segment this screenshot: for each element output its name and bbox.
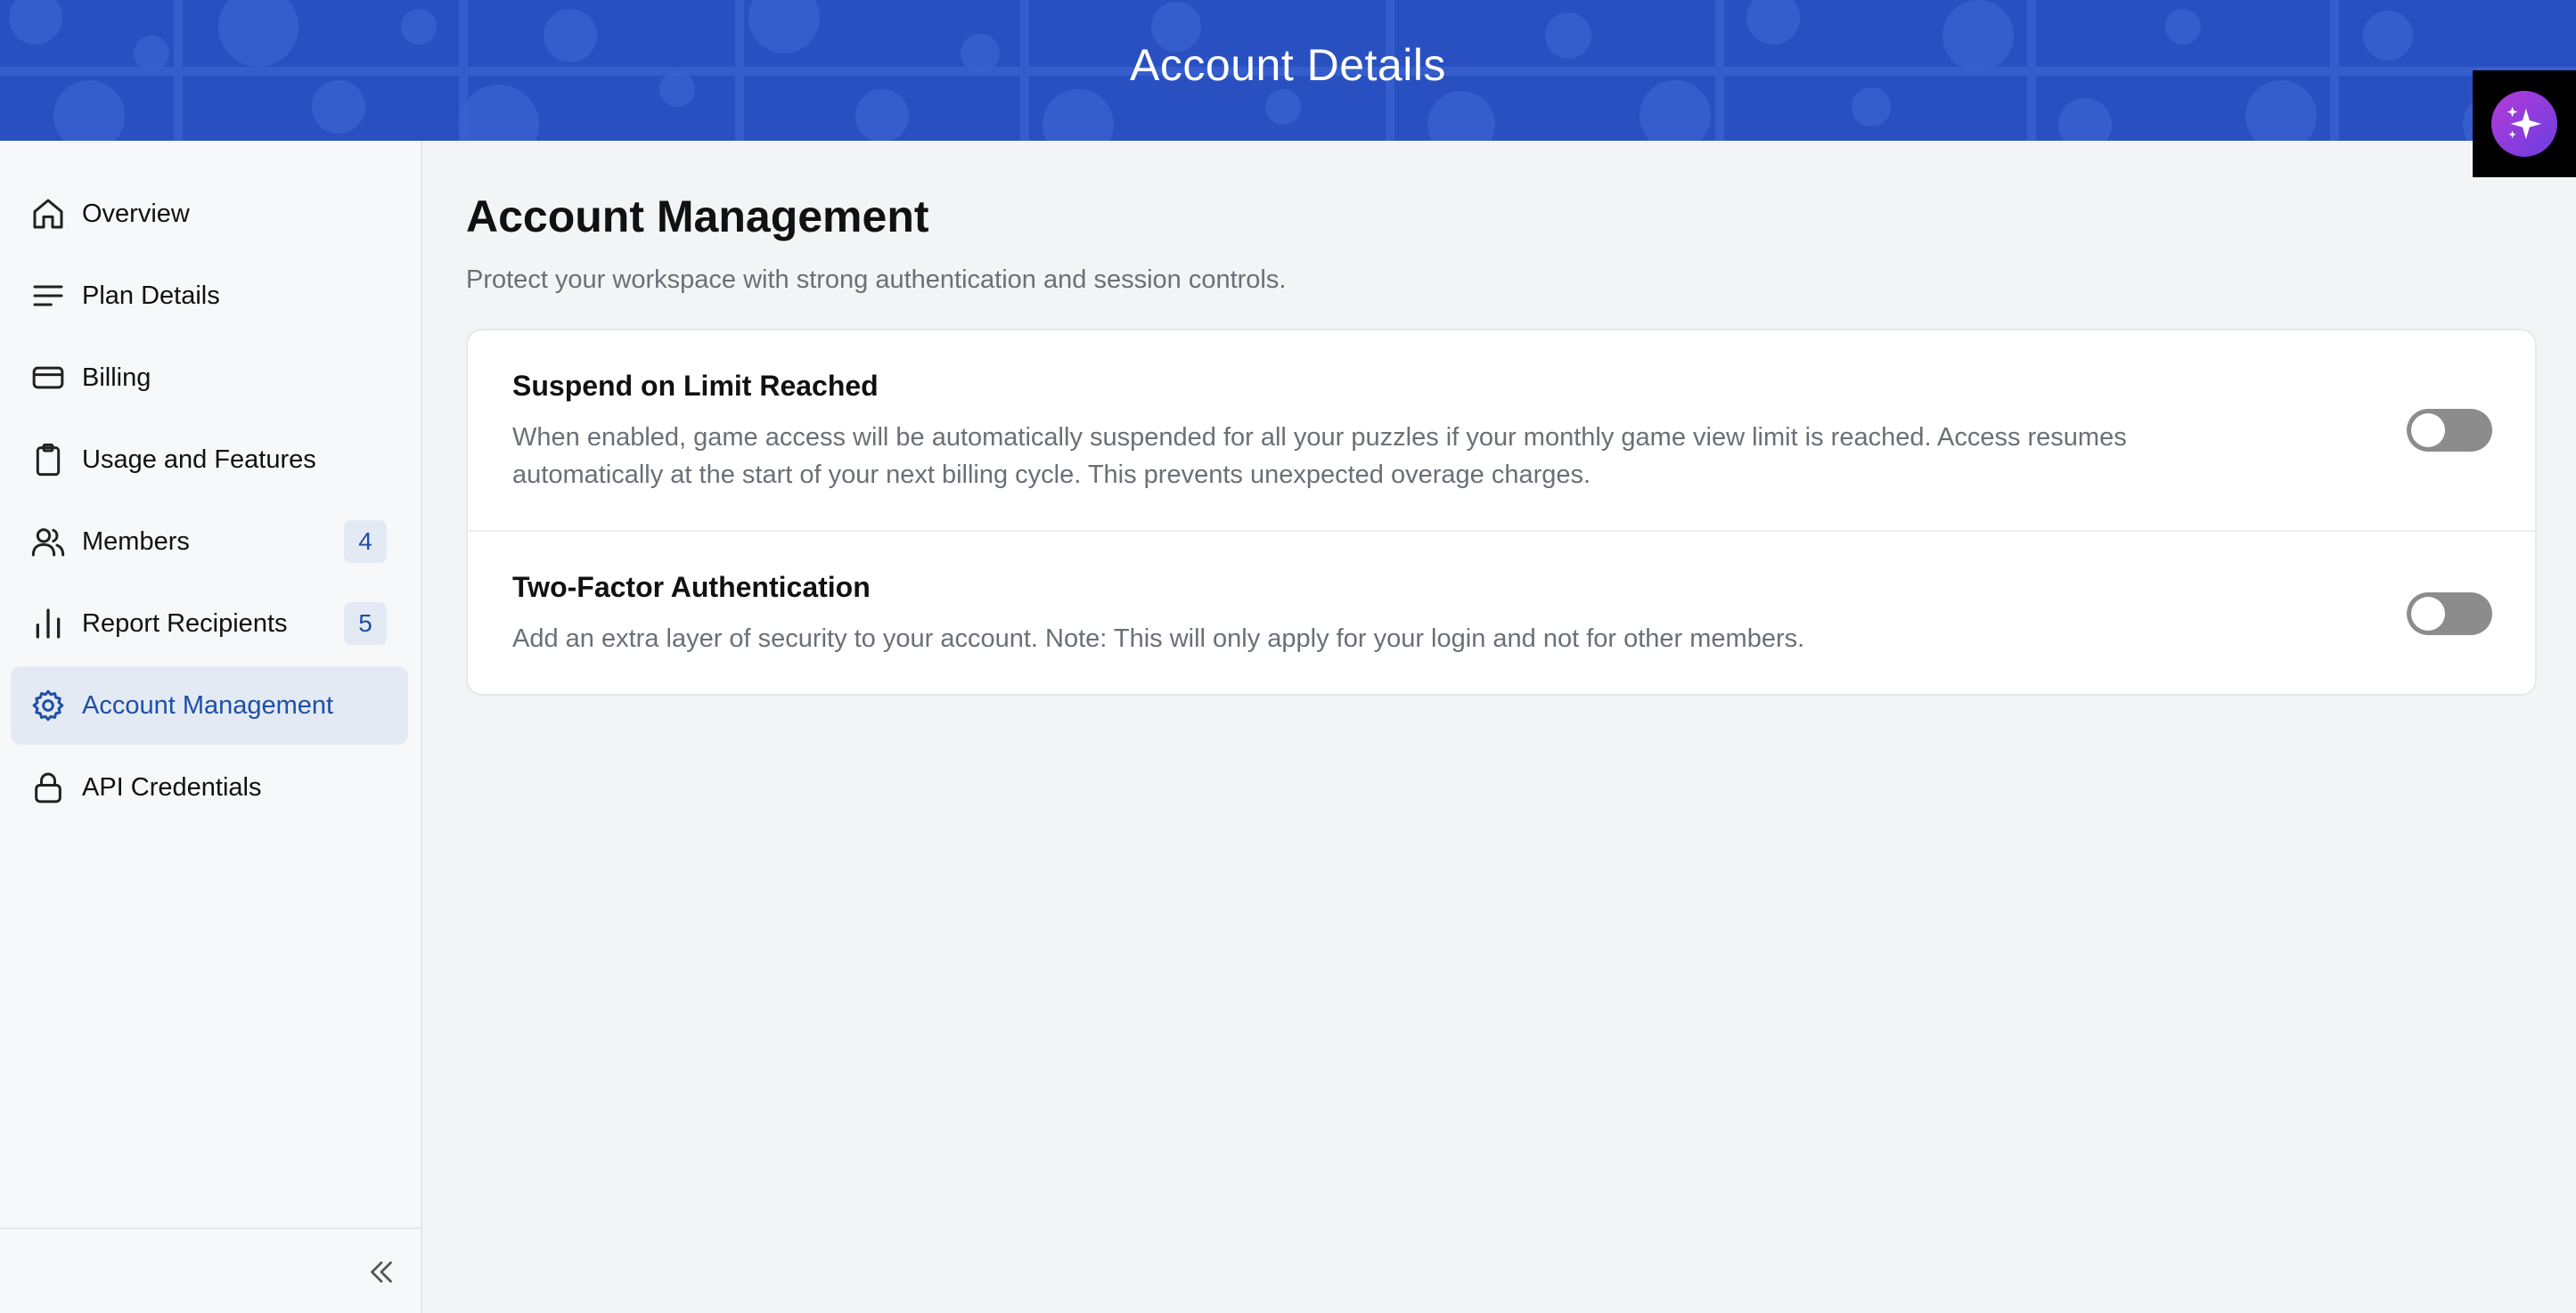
clipboard-icon xyxy=(30,442,66,477)
settings-card: Suspend on Limit Reached When enabled, g… xyxy=(466,329,2537,696)
sidebar-nav: Overview Plan Details Billing Usage and … xyxy=(11,175,408,830)
ai-assistant-button[interactable] xyxy=(2473,70,2576,177)
chevrons-left-icon xyxy=(365,1261,397,1292)
gear-icon xyxy=(30,688,66,723)
sparkles-icon xyxy=(2491,91,2557,157)
setting-description: When enabled, game access will be automa… xyxy=(512,423,2127,489)
bar-chart-icon xyxy=(30,606,66,641)
setting-row-two-factor-auth: Two-Factor Authentication Add an extra l… xyxy=(468,530,2535,694)
setting-title: Suspend on Limit Reached xyxy=(512,370,879,402)
sidebar-item-label: Billing xyxy=(82,363,151,392)
toggle-knob xyxy=(2411,413,2445,447)
sidebar-item-label: Overview xyxy=(82,199,190,228)
sidebar-item-label: Plan Details xyxy=(82,281,220,310)
sidebar-item-report-recipients[interactable]: Report Recipients 5 xyxy=(11,584,408,663)
page-subtitle: Protect your workspace with strong authe… xyxy=(466,265,1287,294)
collapse-sidebar-button[interactable] xyxy=(365,1256,397,1288)
setting-description: Add an extra layer of security to your a… xyxy=(512,624,1805,653)
main-content: Account Management Protect your workspac… xyxy=(466,141,2537,696)
lock-icon xyxy=(30,770,66,805)
home-icon xyxy=(30,196,66,232)
sidebar: Overview Plan Details Billing Usage and … xyxy=(0,141,422,1313)
sidebar-item-label: Usage and Features xyxy=(82,444,316,474)
sidebar-item-label: Account Management xyxy=(82,690,334,720)
suspend-on-limit-toggle[interactable] xyxy=(2407,409,2492,452)
lines-icon xyxy=(30,278,66,314)
report-recipients-count-badge: 5 xyxy=(344,602,387,645)
sidebar-item-label: Members xyxy=(82,526,190,556)
sidebar-footer xyxy=(0,1227,421,1313)
sidebar-item-label: API Credentials xyxy=(82,772,262,802)
users-icon xyxy=(30,524,66,559)
toggle-knob xyxy=(2411,597,2445,631)
setting-row-suspend-on-limit: Suspend on Limit Reached When enabled, g… xyxy=(468,330,2535,530)
credit-card-icon xyxy=(30,360,66,396)
sidebar-item-api-credentials[interactable]: API Credentials xyxy=(11,748,408,827)
sidebar-item-plan-details[interactable]: Plan Details xyxy=(11,257,408,335)
two-factor-auth-toggle[interactable] xyxy=(2407,592,2492,635)
sidebar-item-overview[interactable]: Overview xyxy=(11,175,408,253)
page-header-title: Account Details xyxy=(1130,40,1446,90)
setting-title: Two-Factor Authentication xyxy=(512,571,871,603)
header-banner: Account Details xyxy=(0,0,2576,141)
sidebar-item-billing[interactable]: Billing xyxy=(11,338,408,417)
sidebar-item-label: Report Recipients xyxy=(82,608,288,638)
sidebar-item-account-management[interactable]: Account Management xyxy=(11,666,408,745)
members-count-badge: 4 xyxy=(344,520,387,563)
sidebar-item-usage-and-features[interactable]: Usage and Features xyxy=(11,420,408,499)
page-title: Account Management xyxy=(466,192,929,241)
sidebar-item-members[interactable]: Members 4 xyxy=(11,502,408,581)
